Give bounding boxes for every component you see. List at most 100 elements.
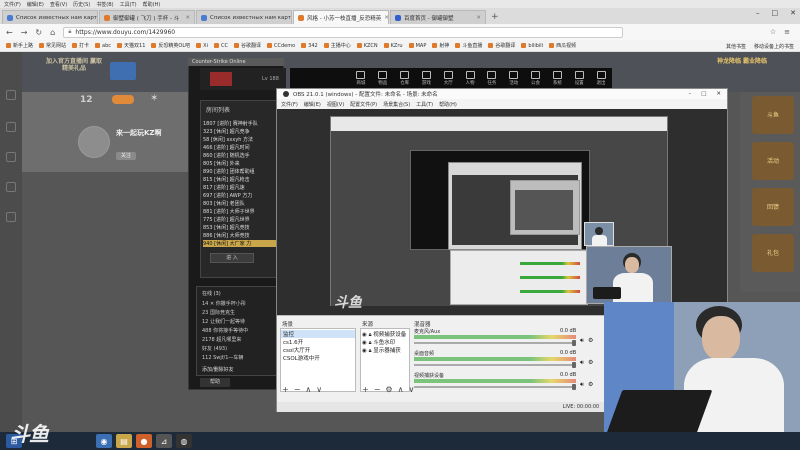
cs-toolbar-item[interactable]: 游戏 [421,71,431,86]
obs-menu-item[interactable]: 文件(F) [281,101,298,108]
cs-server-row[interactable]: 805 [休闲] 外来 [203,160,277,167]
browser-tab-2[interactable]: Список известных нам карт✕ [196,10,292,24]
scene-item[interactable]: CSOL游戏中开 [281,354,355,362]
menu-item-2[interactable]: 查看(V) [50,1,67,8]
bookmark-item[interactable]: 常见网站 [39,42,66,49]
forward-icon[interactable]: → [21,28,28,37]
cs-server-row[interactable]: 853 [休闲] 超凡竞技 [203,224,277,231]
cs-toolbar-item[interactable]: 大厅 [443,71,453,86]
bookmark-item[interactable]: 342 [301,42,318,49]
cs-server-row[interactable]: 881 [进阶] 大师子世界 [203,208,277,215]
browser-tab-0[interactable]: Список известных нам карт✕ [2,10,98,24]
side-ad[interactable]: 斗鱼 [752,96,794,134]
home-icon[interactable]: ⌂ [50,28,55,37]
bookmark-item[interactable]: KZCN [356,42,378,49]
source-up-icon[interactable]: ∧ [398,385,404,394]
category-nav-icon[interactable] [6,152,16,162]
bookmark-item[interactable]: 反恐精英OL吧 [151,42,190,49]
scene-item[interactable]: 监控 [281,330,355,338]
speaker-icon[interactable]: 🔊︎ [580,337,584,345]
bookmark-item[interactable]: Xi [196,42,208,49]
mixer-volume-knob[interactable] [572,340,576,346]
tab-close-icon[interactable]: ✕ [476,15,481,21]
cs-server-row[interactable]: 1807 [进阶] 赛神射手队 [203,120,277,127]
cs-toolbar-item[interactable]: 仓库 [400,71,410,86]
obs-menu-item[interactable]: 编辑(E) [304,101,321,108]
side-ad[interactable]: 回馈 [752,188,794,226]
cs-add-friend[interactable]: 添加/删除好友 [202,366,234,373]
mixer-volume-slider[interactable] [414,364,576,366]
reload-icon[interactable]: ↻ [35,28,42,37]
bookmark-item[interactable]: 主播中心 [323,42,351,49]
menu-item-1[interactable]: 编辑(E) [27,1,44,8]
cs-toolbar-item[interactable]: 人物 [465,71,475,86]
video-nav-icon[interactable] [6,182,16,192]
cs-server-row[interactable]: 466 [进阶] 超凡时间 [203,144,277,151]
mixer-volume-knob[interactable] [572,362,576,368]
star-icon[interactable]: ☆ [770,28,776,36]
remove-scene-icon[interactable]: − [294,385,301,394]
scene-item[interactable]: cs1.6开 [281,338,355,346]
new-tab-button[interactable]: + [491,10,499,24]
gear-icon[interactable]: ⚙ [588,359,593,366]
gear-icon[interactable]: ⚙ [588,381,593,388]
bookmark-folder[interactable]: 移动设备上的书签 [754,43,794,50]
home-nav-icon[interactable] [6,90,16,100]
scene-up-icon[interactable]: ∧ [305,385,311,394]
bookmark-item[interactable]: 天猫双11 [117,42,145,49]
window-control-1[interactable]: □ [772,9,779,17]
browser-tab-4[interactable]: 百度首页 - 御罐御墅 ✕ [390,10,486,24]
obs-minimize[interactable]: – [688,91,691,97]
menu-item-4[interactable]: 书签(B) [96,1,113,8]
cs-server-row[interactable]: 886 [休闲] 大师竞技 [203,232,277,239]
tab-close-icon[interactable]: ✕ [384,15,388,21]
obs-menu-item[interactable]: 视图(V) [327,101,344,108]
bookmark-item[interactable]: CC [213,42,228,49]
address-bar[interactable]: 🔒︎ https://www.douyu.com/1429960 [63,26,624,38]
taskbar-cs-icon[interactable]: ⊿ [156,434,172,448]
cs-server-row[interactable]: 817 [进阶] 超凡速 [203,184,277,191]
source-settings-icon[interactable]: ⚙ [385,385,392,394]
bookmark-item[interactable]: 谷歌翻译 [488,42,515,49]
cs-server-row[interactable]: 58 [休闲] xxxyh 方法 [203,136,277,143]
obs-maximize[interactable]: □ [701,91,706,97]
scene-item[interactable]: csol大厅开 [281,346,355,354]
cs-toolbar-item[interactable]: 系统 [552,71,562,86]
bookmark-item[interactable]: 新手上路 [6,42,33,49]
cs-toolbar-item[interactable]: 活动 [509,71,519,86]
bookmark-item[interactable]: abc [95,42,111,49]
cs-toolbar-item[interactable]: 设置 [574,71,584,86]
add-source-icon[interactable]: + [362,385,369,394]
browser-tab-1[interactable]: 御墅御罐 ( 飞刀 ) 手杯 - 斗 ✕ [99,10,195,24]
bookmark-item[interactable]: 打卡 [72,42,89,49]
cs-server-row[interactable]: 940 [休闲] 大厂家 力 [203,240,277,247]
avatar[interactable] [78,126,110,158]
cs-server-row[interactable]: 697 [进阶] AWP 方力 [203,192,277,199]
cs-enter-button[interactable]: 进 入 [210,253,254,263]
game-nav-icon[interactable] [6,212,16,222]
menu-icon[interactable]: ≡ [784,28,790,36]
cs-server-row[interactable]: 890 [进阶] 团体帮助组 [203,168,277,175]
cs-server-row[interactable]: 860 [进阶] 随机选手 [203,152,277,159]
tab-close-icon[interactable]: ✕ [185,15,190,21]
window-control-0[interactable]: – [756,9,760,17]
menu-item-5[interactable]: 工具(T) [120,1,137,8]
bookmark-item[interactable]: 谷歌翻译 [233,42,261,49]
taskbar-obs-icon[interactable]: ◍ [176,434,192,448]
browser-tab-3[interactable]: 风格 - 小苏一枝直播_反恐精英 ✕ [293,10,389,24]
cs-server-row[interactable]: 815 [休闲] 超凡枪击 [203,176,277,183]
scene-down-icon[interactable]: ∨ [316,385,322,394]
obs-menu-item[interactable]: 配置文件(P) [350,101,377,108]
cs-toolbar-item[interactable]: 任务 [487,71,497,86]
side-ad[interactable]: 活动 [752,142,794,180]
bookmark-item[interactable]: CCdemo [266,42,295,49]
bookmark-folder[interactable]: 其他书签 [726,43,746,50]
mixer-volume-knob[interactable] [572,384,576,390]
gear-icon[interactable]: ⚙ [588,337,593,344]
bookmark-item[interactable]: MAP [408,42,426,49]
obs-menu-item[interactable]: 帮助(H) [439,101,457,108]
taskbar-firefox-icon[interactable]: ● [136,434,152,448]
follow-nav-icon[interactable] [6,122,16,132]
bookmark-item[interactable]: 射神 [432,42,449,49]
bookmark-item[interactable]: 斗鱼直播 [455,42,482,49]
